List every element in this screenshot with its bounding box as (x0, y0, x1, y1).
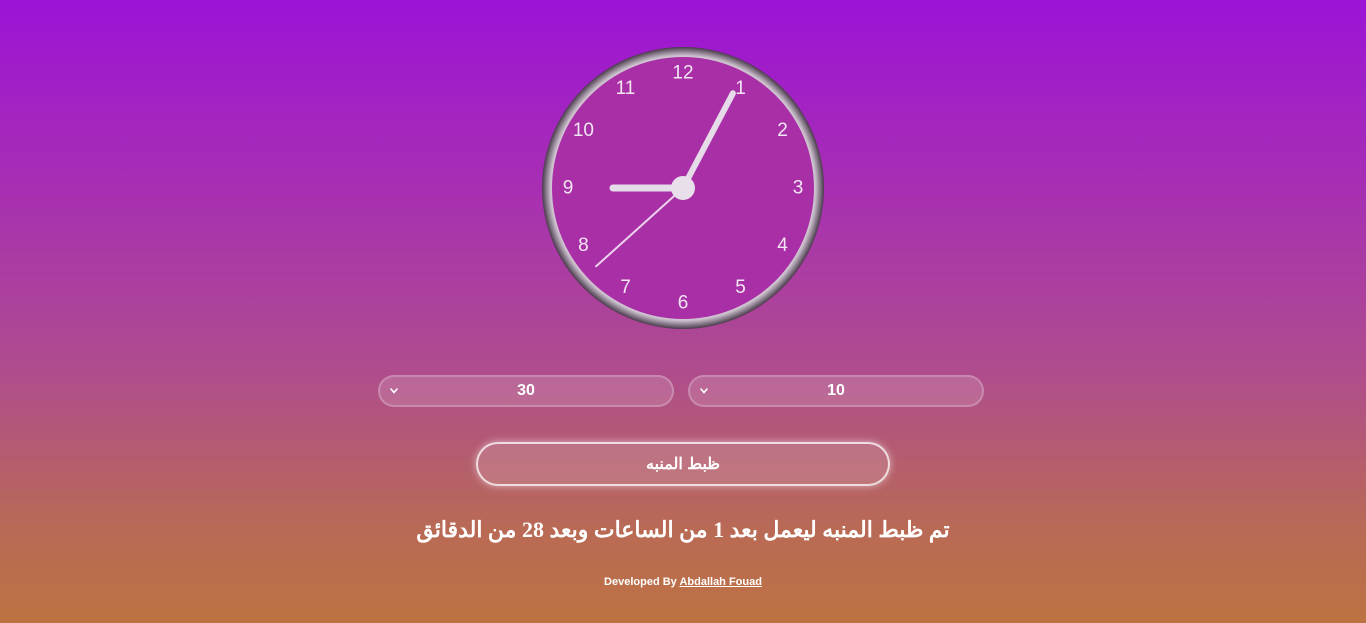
clock-center-cap (671, 176, 695, 200)
clock-number-11: 11 (616, 78, 636, 99)
footer: Developed By Abdallah Fouad (0, 576, 1366, 588)
hours-select[interactable]: 10 (688, 375, 984, 407)
clock-number-5: 5 (735, 277, 746, 298)
status-message: تم ظبط المنبه ليعمل بعد 1 من الساعات وبع… (416, 517, 950, 542)
set-alarm-button[interactable]: ظبط المنبه (476, 442, 890, 486)
chevron-down-icon (388, 384, 400, 398)
hours-select-value: 10 (827, 382, 845, 399)
clock-number-6: 6 (678, 293, 689, 314)
chevron-down-icon (698, 384, 710, 398)
footer-prefix: Developed By (604, 576, 677, 588)
clock-number-4: 4 (777, 235, 788, 256)
analog-clock: 12 1 2 3 4 5 6 7 8 9 10 11 (541, 46, 825, 330)
clock-number-8: 8 (578, 235, 589, 256)
clock-number-9: 9 (563, 178, 574, 199)
clock-number-3: 3 (793, 178, 804, 199)
clock-number-2: 2 (777, 120, 788, 141)
minutes-select[interactable]: 30 (378, 375, 674, 407)
author-link[interactable]: Abdallah Fouad (679, 576, 762, 588)
clock-number-7: 7 (620, 277, 631, 298)
clock-number-1: 1 (735, 78, 746, 99)
minutes-select-value: 30 (517, 382, 535, 399)
clock-face: 121234567891011 (542, 47, 824, 329)
clock-number-12: 12 (672, 63, 693, 84)
clock-number-10: 10 (573, 120, 594, 141)
